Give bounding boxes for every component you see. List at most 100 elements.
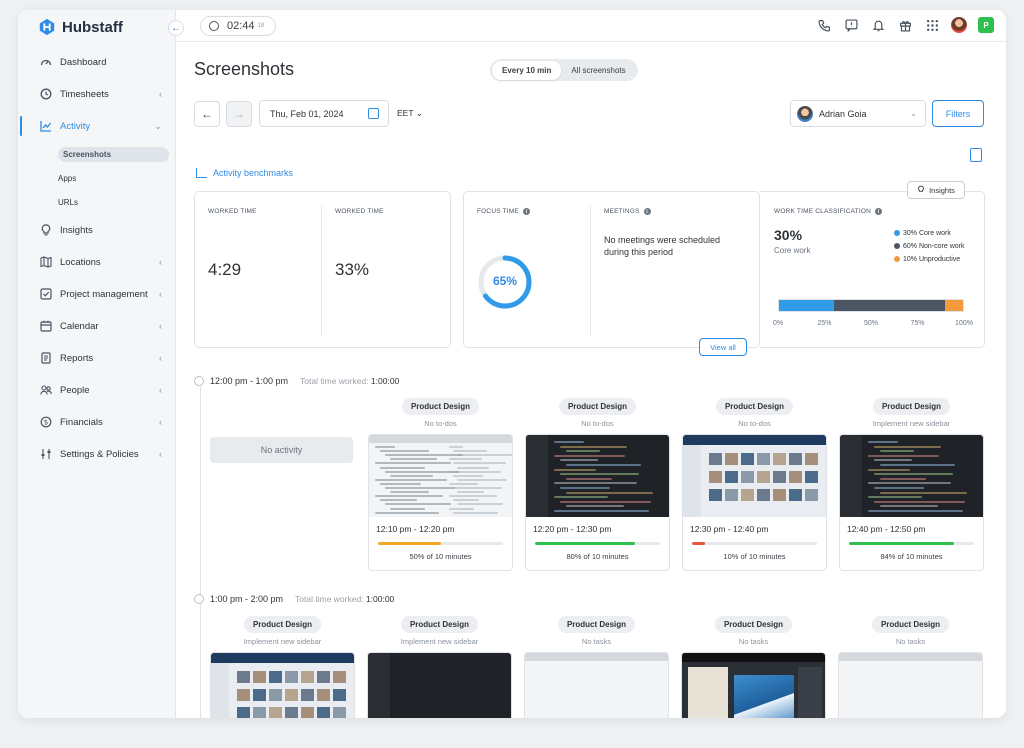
- apps-grid-icon[interactable]: [924, 17, 940, 33]
- chart-icon: [196, 168, 207, 178]
- legend-unproductive: 10% Unproductive: [894, 253, 964, 266]
- sidebar-subitem-urls[interactable]: URLs: [18, 190, 176, 214]
- svg-text:$: $: [44, 419, 48, 427]
- hubstaff-logo-icon: [39, 18, 55, 36]
- toggle-all-screenshots[interactable]: All screenshots: [561, 61, 635, 80]
- screenshot-tile: Product Design No to-dos 12:30 pm - 12:40 …: [682, 398, 827, 571]
- sidebar-item-label: Financials: [60, 416, 103, 428]
- sidebar-subitem-apps[interactable]: Apps: [18, 166, 176, 190]
- date-picker[interactable]: Thu, Feb 01, 2024: [259, 100, 389, 127]
- sidebar-item-project-management[interactable]: Project management ‹: [18, 278, 176, 310]
- slot-header-1: 12:00 pm - 1:00 pm Total time worked: 1:…: [194, 376, 399, 386]
- classification-legend: 30% Core work 60% Non-core work 10% Unpr…: [894, 227, 964, 266]
- timeline-line: [200, 386, 201, 718]
- timer-value: 02:44: [227, 20, 255, 32]
- stopwatch-icon: [209, 21, 219, 31]
- calendar-icon: [368, 108, 379, 119]
- sidebar-item-label: Settings & Policies: [60, 448, 139, 460]
- meetings-text: No meetings were scheduled during this p…: [604, 235, 721, 257]
- user-select[interactable]: Adrian Goia ⌄: [790, 100, 926, 127]
- gift-icon[interactable]: [897, 17, 913, 33]
- previous-day-button[interactable]: ←: [194, 101, 220, 127]
- info-icon[interactable]: i: [875, 208, 883, 215]
- screenshot-thumbnail[interactable]: [681, 652, 826, 718]
- activity-benchmarks-link[interactable]: Activity benchmarks: [196, 168, 293, 178]
- toggle-every-10-min[interactable]: Every 10 min: [492, 60, 562, 80]
- screenshot-thumbnail[interactable]: [838, 652, 983, 718]
- info-icon[interactable]: i: [522, 208, 530, 215]
- sidebar-item-people[interactable]: People ‹: [18, 374, 176, 406]
- project-badge: Product Design: [243, 616, 322, 633]
- screenshot-thumbnail[interactable]: [840, 435, 983, 517]
- sidebar-item-financials[interactable]: $ Financials ‹: [18, 406, 176, 438]
- chevron-down-icon: ⌄: [910, 109, 917, 118]
- sidebar-nav: Dashboard Timesheets ‹ Activity ⌄ Screen…: [18, 46, 176, 470]
- page-title: Screenshots: [194, 59, 295, 79]
- activity-text: 84% of 10 minutes: [880, 552, 943, 561]
- screenshot-card: 12:30 pm - 12:40 pm 10% of 10 minutes: [682, 434, 827, 571]
- timezone-select[interactable]: EET ⌄: [397, 108, 423, 119]
- sidebar: Hubstaff Dashboard Timesheets ‹ Activity…: [18, 10, 176, 718]
- legend-text: 10% Unproductive: [903, 256, 961, 263]
- phone-icon[interactable]: [816, 17, 832, 33]
- user-avatar[interactable]: [951, 17, 967, 33]
- screenshot-thumbnail[interactable]: [210, 652, 355, 718]
- todo-text: No tasks: [895, 637, 926, 646]
- profile-badge[interactable]: P: [978, 17, 994, 33]
- screenshot-thumbnail[interactable]: [524, 652, 669, 718]
- screenshot-tile: Product Design No to-dos 12:10 pm - 12:20 …: [368, 398, 513, 571]
- screenshot-thumbnail[interactable]: [683, 435, 826, 517]
- chevron-left-icon: ‹: [159, 353, 162, 363]
- screenshot-thumbnail[interactable]: [526, 435, 669, 517]
- view-all-button[interactable]: View all: [699, 338, 747, 356]
- chevron-left-icon: ‹: [159, 289, 162, 299]
- sidebar-item-settings-policies[interactable]: Settings & Policies ‹: [18, 438, 176, 470]
- chat-icon[interactable]: [843, 17, 859, 33]
- info-icon[interactable]: i: [643, 208, 651, 215]
- next-day-button[interactable]: →: [226, 101, 252, 127]
- legend-dot: [894, 229, 900, 236]
- divider: [321, 205, 322, 335]
- collapse-sidebar-button[interactable]: ←: [168, 20, 184, 36]
- sidebar-item-reports[interactable]: Reports ‹: [18, 342, 176, 374]
- chevron-left-icon: ‹: [159, 321, 162, 331]
- sidebar-item-activity[interactable]: Activity ⌄: [18, 110, 176, 142]
- todo-text: Implement new sidebar: [400, 637, 479, 646]
- todo-text: No to-dos: [424, 419, 457, 428]
- dollar-icon: $: [40, 416, 52, 428]
- screenshot-thumbnail[interactable]: [369, 435, 512, 517]
- worked-time-label: WORKED TIME: [208, 208, 257, 215]
- slot-range: 1:00 pm - 2:00 pm: [210, 594, 284, 604]
- sidebar-item-locations[interactable]: Locations ‹: [18, 246, 176, 278]
- project-badge: Product Design: [715, 398, 794, 415]
- bell-icon[interactable]: [870, 17, 886, 33]
- legend-text: 30% Core work: [903, 230, 951, 237]
- project-badge: Product Design: [871, 616, 950, 633]
- sidebar-item-dashboard[interactable]: Dashboard: [18, 46, 176, 78]
- top-icons: P: [816, 17, 994, 33]
- app-window: Hubstaff Dashboard Timesheets ‹ Activity…: [18, 10, 1006, 718]
- sidebar-item-label: Timesheets: [60, 88, 109, 100]
- screenshot-frequency-toggle: Every 10 min All screenshots: [490, 59, 638, 81]
- export-icon[interactable]: [970, 148, 982, 162]
- timer-widget[interactable]: 02:44 18: [200, 16, 276, 36]
- lightbulb-icon: [40, 224, 52, 236]
- screenshot-tile: Product Design No to-dos 12:20 pm - 12:30 …: [525, 398, 670, 571]
- sidebar-item-calendar[interactable]: Calendar ‹: [18, 310, 176, 342]
- sidebar-subitem-screenshots[interactable]: Screenshots: [18, 142, 176, 166]
- lightbulb-icon: [917, 185, 925, 196]
- slot-total: Total time worked: 1:00:00: [300, 376, 399, 386]
- sidebar-item-label: Insights: [60, 224, 93, 236]
- subitem-label: Screenshots: [58, 146, 170, 162]
- chevron-left-icon: ‹: [159, 257, 162, 267]
- sidebar-item-insights[interactable]: Insights: [18, 214, 176, 246]
- sidebar-item-timesheets[interactable]: Timesheets ‹: [18, 78, 176, 110]
- classification-label: WORK TIME CLASSIFICATION: [774, 208, 872, 215]
- screenshot-thumbnail[interactable]: [367, 652, 512, 718]
- clock-icon: [40, 88, 52, 100]
- logo[interactable]: Hubstaff: [38, 18, 123, 36]
- insights-button[interactable]: Insights: [907, 181, 965, 199]
- filters-button[interactable]: Filters: [932, 100, 984, 127]
- slot-range: 12:00 pm - 1:00 pm: [210, 376, 289, 386]
- screenshot-time: 12:20 pm - 12:30 pm: [533, 524, 612, 534]
